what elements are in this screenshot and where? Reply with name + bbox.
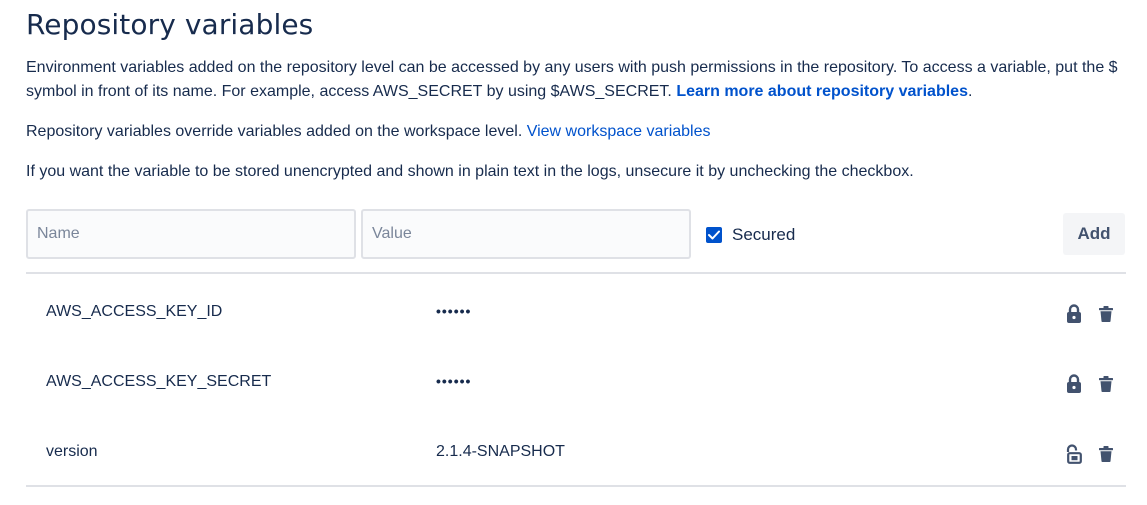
variable-name: version — [46, 443, 98, 460]
name-input[interactable] — [26, 209, 356, 259]
value-input[interactable] — [361, 209, 691, 259]
repository-variables-page: Repository variables Environment variabl… — [0, 0, 1147, 505]
trash-icon[interactable] — [1099, 306, 1113, 322]
variable-value: •••••• — [436, 373, 472, 389]
variable-row: version 2.1.4-SNAPSHOT — [26, 416, 1126, 486]
secured-toggle[interactable]: Secured — [706, 225, 795, 245]
learn-more-link[interactable]: Learn more about repository variables — [676, 83, 968, 100]
variable-name: AWS_ACCESS_KEY_SECRET — [46, 373, 272, 390]
override-text: Repository variables override variables … — [26, 123, 527, 140]
secured-checkbox[interactable] — [706, 227, 722, 243]
variable-value: 2.1.4-SNAPSHOT — [436, 443, 565, 460]
lock-icon[interactable] — [1066, 304, 1082, 324]
intro-after-link: . — [967, 83, 973, 100]
page-title: Repository variables — [26, 8, 314, 41]
variable-row: AWS_ACCESS_KEY_SECRET •••••• — [26, 346, 1126, 416]
unsecure-note: If you want the variable to be stored un… — [26, 163, 914, 180]
override-paragraph: Repository variables override variables … — [26, 120, 711, 144]
view-workspace-variables-link[interactable]: View workspace variables — [527, 123, 711, 140]
trash-icon[interactable] — [1099, 446, 1113, 462]
variable-value: •••••• — [436, 303, 472, 319]
intro-paragraph: Environment variables added on the repos… — [26, 56, 1126, 104]
add-button[interactable]: Add — [1063, 213, 1125, 255]
secured-label: Secured — [732, 225, 796, 244]
table-top-divider — [26, 272, 1126, 274]
trash-icon[interactable] — [1099, 376, 1113, 392]
table-bottom-divider — [26, 485, 1126, 487]
variable-row: AWS_ACCESS_KEY_ID •••••• — [26, 276, 1126, 346]
lock-icon[interactable] — [1066, 374, 1082, 394]
unlock-icon[interactable] — [1066, 444, 1082, 464]
checkmark-icon — [708, 230, 720, 240]
variable-name: AWS_ACCESS_KEY_ID — [46, 303, 223, 320]
